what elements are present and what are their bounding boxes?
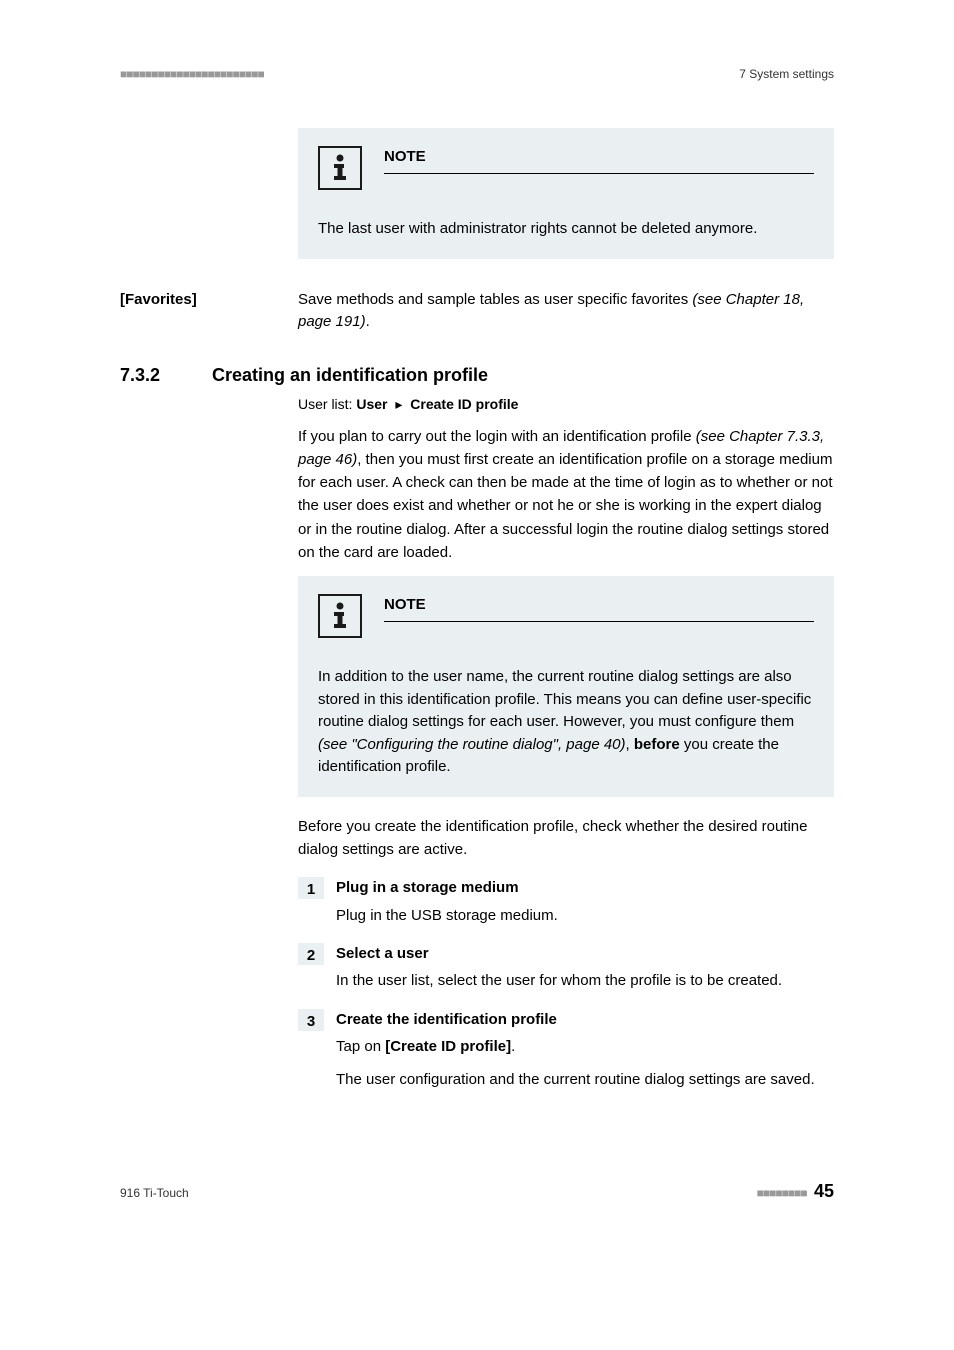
favorites-suffix: . <box>366 313 370 330</box>
header-chapter: 7 System settings <box>739 65 834 83</box>
breadcrumb-create-id: Create ID profile <box>410 396 518 412</box>
intro-paragraph: If you plan to carry out the login with … <box>298 425 834 565</box>
step-body: Tap on [Create ID profile]. <box>336 1035 834 1058</box>
check-paragraph: Before you create the identification pro… <box>298 815 834 862</box>
note-box-2: NOTE In addition to the user name, the c… <box>298 576 834 797</box>
step-body: In the user list, select the user for wh… <box>336 969 834 992</box>
step-number: 2 <box>298 943 324 965</box>
page-number: 45 <box>814 1181 834 1201</box>
step-body-2: The user configuration and the current r… <box>336 1068 834 1091</box>
section-number: 7.3.2 <box>120 362 212 389</box>
info-icon <box>318 146 362 190</box>
note-title: NOTE <box>384 146 814 174</box>
step-3: 3 Create the identification profile Tap … <box>298 1009 834 1092</box>
note2-text1: In addition to the user name, the curren… <box>318 668 811 730</box>
note2-text2: , <box>626 736 634 753</box>
step3-prefix: Tap on <box>336 1038 385 1055</box>
breadcrumb-prefix: User list: <box>298 396 356 412</box>
para1-text2: , then you must first create an identifi… <box>298 451 833 561</box>
note2-reference: (see "Configuring the routine dialog", p… <box>318 736 626 753</box>
note-box-1: NOTE The last user with administrator ri… <box>298 128 834 259</box>
step3-bold: [Create ID profile] <box>385 1038 511 1055</box>
step-title: Create the identification profile <box>336 1009 834 1032</box>
step3-suffix: . <box>511 1038 515 1055</box>
step-2: 2 Select a user In the user list, select… <box>298 943 834 993</box>
breadcrumb: User list: User ▸ Create ID profile <box>298 394 834 415</box>
step-title: Plug in a storage medium <box>336 877 834 900</box>
note-title: NOTE <box>384 594 814 622</box>
info-icon <box>318 594 362 638</box>
favorites-label: [Favorites] <box>120 289 298 312</box>
favorites-description: Save methods and sample tables as user s… <box>298 289 834 334</box>
footer-dashes: ■■■■■■■■ <box>757 1186 807 1200</box>
step-number: 3 <box>298 1009 324 1031</box>
note-body: In addition to the user name, the curren… <box>318 666 814 779</box>
step-title: Select a user <box>336 943 834 966</box>
step-1: 1 Plug in a storage medium Plug in the U… <box>298 877 834 927</box>
step-number: 1 <box>298 877 324 899</box>
note2-bold: before <box>634 736 680 753</box>
step-body: Plug in the USB storage medium. <box>336 904 834 927</box>
page-footer: 916 Ti-Touch ■■■■■■■■ 45 <box>120 1178 834 1205</box>
header-dashes: ■■■■■■■■■■■■■■■■■■■■■■■ <box>120 65 264 83</box>
section-header: 7.3.2 Creating an identification profile <box>120 362 834 389</box>
breadcrumb-user: User <box>356 396 387 412</box>
favorites-text: Save methods and sample tables as user s… <box>298 291 692 308</box>
page-header: ■■■■■■■■■■■■■■■■■■■■■■■ 7 System setting… <box>120 65 834 83</box>
section-title: Creating an identification profile <box>212 362 488 389</box>
note-body: The last user with administrator rights … <box>318 218 814 241</box>
chevron-right-icon: ▸ <box>395 396 402 412</box>
para1-text1: If you plan to carry out the login with … <box>298 428 696 445</box>
footer-product: 916 Ti-Touch <box>120 1184 189 1202</box>
